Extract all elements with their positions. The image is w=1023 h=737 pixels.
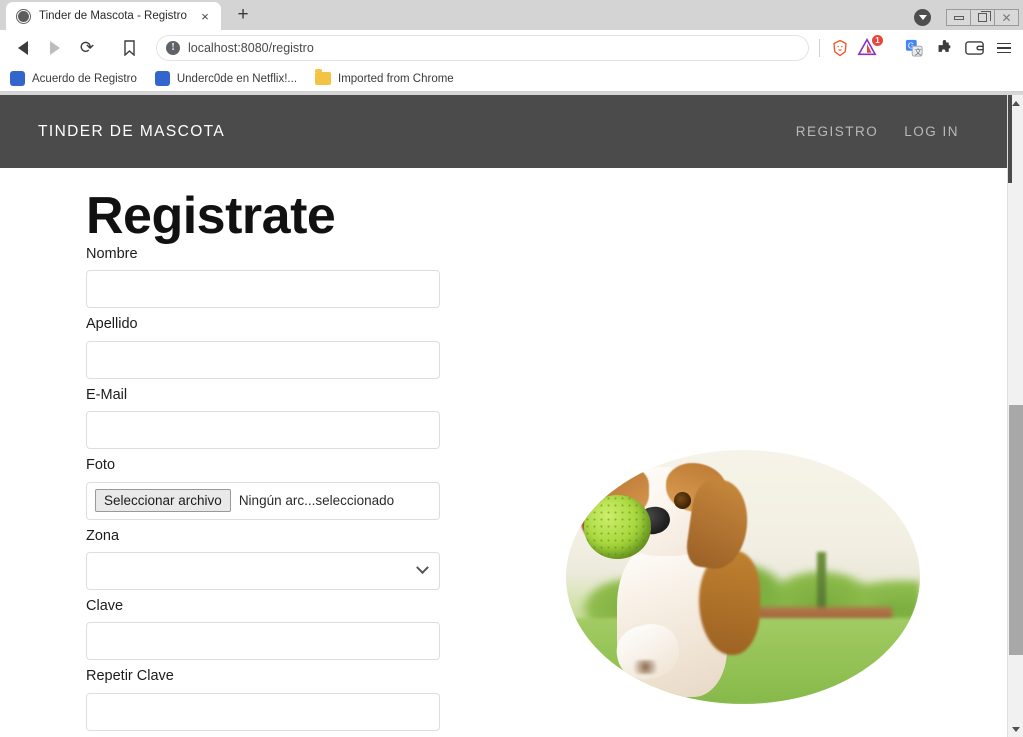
- scroll-up-button[interactable]: [1008, 95, 1023, 111]
- site-brand[interactable]: TINDER DE MASCOTA: [38, 123, 225, 141]
- browser-toolbar: ⟳ ! localhost:8080/registro 1 G 文: [0, 30, 1023, 66]
- bookmark-glyph: [123, 40, 135, 56]
- minimize-button[interactable]: [946, 9, 971, 26]
- translate-icon[interactable]: G 文: [903, 37, 925, 59]
- bookmark-item[interactable]: ​ Underc0de en Netflix!...: [154, 71, 298, 86]
- browser-tab[interactable]: Tinder de Mascota - Registro ×: [6, 2, 221, 30]
- close-window-button[interactable]: ✕: [994, 9, 1019, 26]
- nombre-input[interactable]: [86, 270, 440, 309]
- bookmark-blue-icon: ​: [154, 71, 170, 86]
- nav-link-login[interactable]: LOG IN: [904, 124, 959, 139]
- dog-photo: [566, 450, 920, 704]
- file-status-text: Ningún arc...seleccionado: [238, 493, 395, 509]
- registration-form: Nombre Apellido E-Mail Foto Seleccionar …: [86, 246, 442, 737]
- address-bar[interactable]: ! localhost:8080/registro: [156, 35, 809, 61]
- hamburger-icon[interactable]: [993, 37, 1015, 59]
- new-tab-button[interactable]: +: [229, 1, 257, 29]
- restore-icon: [978, 11, 991, 22]
- toolbar-actions: G 文: [903, 37, 1015, 59]
- web-page: TINDER DE MASCOTA REGISTRO LOG IN Regist…: [0, 95, 1007, 737]
- label-zona: Zona: [86, 527, 120, 544]
- window-controls: ✕: [946, 9, 1019, 26]
- url-text: localhost:8080/registro: [188, 41, 314, 55]
- close-icon: ✕: [1001, 10, 1012, 25]
- toolbar-divider: [819, 39, 820, 57]
- back-button[interactable]: [8, 33, 38, 63]
- bookmarks-bar: ​ Acuerdo de Registro ​ Underc0de en Net…: [0, 66, 1023, 92]
- globe-icon: [16, 8, 31, 24]
- chevron-down-icon: [1012, 726, 1020, 732]
- reload-button[interactable]: ⟳: [72, 33, 102, 63]
- tab-strip: Tinder de Mascota - Registro × + ✕: [0, 0, 1023, 30]
- hamburger-line: [997, 47, 1011, 49]
- label-repetir-clave: Repetir Clave: [86, 668, 174, 685]
- dog-toes: [628, 659, 662, 675]
- chevron-down-icon: [416, 561, 429, 575]
- bookmark-folder-item[interactable]: Imported from Chrome: [315, 69, 454, 85]
- clave-input[interactable]: [86, 622, 440, 661]
- tabstrip-right: ✕: [914, 9, 1023, 30]
- hamburger-line: [997, 51, 1011, 54]
- scroll-down-button[interactable]: [1008, 721, 1023, 737]
- repetir-clave-input[interactable]: [86, 692, 440, 731]
- site-info-icon[interactable]: !: [166, 41, 180, 55]
- nav-link-registro[interactable]: REGISTRO: [796, 124, 879, 139]
- chevron-up-icon: [1012, 100, 1020, 106]
- site-navbar: TINDER DE MASCOTA REGISTRO LOG IN: [0, 95, 1007, 168]
- page-viewport: TINDER DE MASCOTA REGISTRO LOG IN Regist…: [0, 95, 1023, 737]
- email-input[interactable]: [86, 411, 440, 450]
- bookmark-label: Acuerdo de Registro: [32, 72, 137, 85]
- site-nav-links: REGISTRO LOG IN: [796, 124, 959, 139]
- bookmark-label: Underc0de en Netflix!...: [176, 72, 298, 85]
- label-email: E-Mail: [86, 386, 128, 403]
- forward-arrow-icon: [50, 41, 60, 55]
- green-ball: [583, 494, 652, 559]
- page-title: Registrate: [86, 187, 336, 245]
- dog-figure: [579, 458, 789, 704]
- wallet-icon[interactable]: [963, 37, 985, 59]
- svg-text:文: 文: [914, 47, 921, 56]
- vertical-scrollbar[interactable]: [1007, 95, 1023, 737]
- forward-button[interactable]: [40, 33, 70, 63]
- bookmark-label: Imported from Chrome: [338, 72, 454, 85]
- hamburger-line: [997, 42, 1011, 45]
- label-apellido: Apellido: [86, 316, 138, 333]
- back-arrow-icon: [18, 41, 28, 55]
- scrollbar-thumb[interactable]: [1009, 405, 1023, 655]
- bookmark-icon[interactable]: [114, 33, 144, 63]
- brave-lion-glyph: [832, 39, 847, 57]
- foto-file-input[interactable]: Seleccionar archivo Ningún arc...selecci…: [86, 481, 440, 520]
- label-nombre: Nombre: [86, 246, 138, 262]
- label-clave: Clave: [86, 597, 124, 614]
- zona-select[interactable]: [86, 551, 440, 590]
- apellido-input[interactable]: [86, 340, 440, 379]
- bookmark-item[interactable]: ​ Acuerdo de Registro: [10, 71, 137, 86]
- folder-icon: [315, 69, 332, 85]
- tab-title: Tinder de Mascota - Registro: [39, 10, 187, 22]
- brave-lion-icon[interactable]: [830, 39, 849, 58]
- chevron-down-icon[interactable]: [914, 9, 931, 26]
- translate-glyph: G 文: [905, 39, 923, 57]
- brave-shields-button[interactable]: 1: [857, 35, 883, 58]
- minimize-icon: [953, 15, 964, 20]
- label-foto: Foto: [86, 457, 116, 474]
- puzzle-glyph: [938, 39, 950, 52]
- wallet-glyph: [964, 41, 984, 55]
- browser-window: Tinder de Mascota - Registro × + ✕ ⟳ ! l…: [0, 0, 1023, 737]
- puzzle-icon[interactable]: [933, 37, 955, 59]
- close-icon[interactable]: ×: [197, 8, 213, 24]
- shield-badge-count: 1: [872, 35, 883, 46]
- select-file-button[interactable]: Seleccionar archivo: [95, 489, 231, 513]
- bookmark-blue-icon: ​: [10, 71, 25, 86]
- maximize-button[interactable]: [970, 9, 995, 26]
